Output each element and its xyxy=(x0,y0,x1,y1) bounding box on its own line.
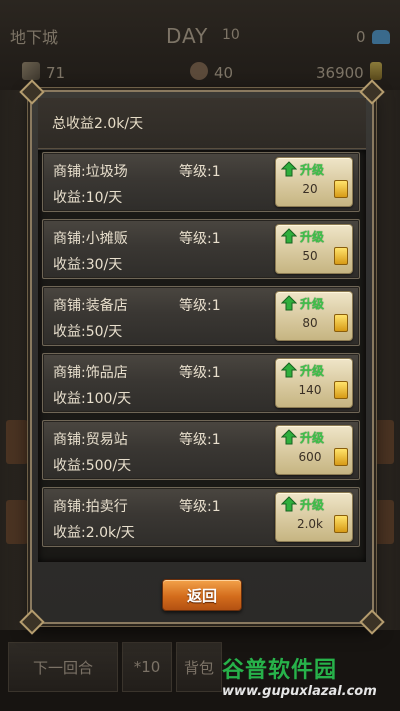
upgrade-button[interactable]: 升级 2.0k xyxy=(275,492,353,542)
watermark-name: 谷普软件园 xyxy=(222,658,338,683)
shop-level: 等级:1 xyxy=(179,164,221,180)
upgrade-label: 升级 xyxy=(300,163,325,177)
bag-button[interactable]: 背包 xyxy=(176,642,222,692)
multiplier-button[interactable]: *10 xyxy=(122,642,172,692)
day-number: 10 xyxy=(222,27,240,43)
upgrade-arrow-icon xyxy=(281,429,297,445)
shop-list: 商铺:垃圾场 等级:1 收益:10/天 升级 20 商铺:小摊贩 等级:1 收益… xyxy=(38,150,366,562)
watermark-url: www.gupuxlazal.com xyxy=(222,684,377,699)
gold-icon xyxy=(370,62,382,80)
left-side-panel xyxy=(0,90,32,650)
dialog-header: 总收益2.0k/天 xyxy=(38,98,366,149)
shop-income: 收益:500/天 xyxy=(53,458,132,474)
shop-row: 商铺:装备店 等级:1 收益:50/天 升级 80 xyxy=(42,286,360,346)
upgrade-arrow-icon xyxy=(281,228,297,244)
shop-level: 等级:1 xyxy=(179,298,221,314)
side-item-icon xyxy=(6,420,28,464)
upgrade-button[interactable]: 升级 600 xyxy=(275,425,353,475)
shop-income: 收益:2.0k/天 xyxy=(53,525,135,541)
shop-name: 商铺:饰品店 xyxy=(53,365,128,381)
upgrade-cost: 20 xyxy=(302,182,318,196)
upgrade-cost: 140 xyxy=(298,383,322,397)
gold-coin-icon xyxy=(334,448,348,466)
upgrade-label: 升级 xyxy=(300,230,325,244)
population-value: 40 xyxy=(214,64,234,82)
upgrade-arrow-icon xyxy=(281,496,297,512)
upgrade-cost: 2.0k xyxy=(296,517,324,531)
location-title: 地下城 xyxy=(10,28,59,47)
upgrade-cost: 600 xyxy=(298,450,322,464)
gold-coin-icon xyxy=(334,180,348,198)
site-watermark: 谷普软件园 www.gupuxlazal.com xyxy=(222,652,394,704)
gold-coin-icon xyxy=(334,515,348,533)
next-round-button[interactable]: 下一回合 xyxy=(8,642,118,692)
shop-row: 商铺:垃圾场 等级:1 收益:10/天 升级 20 xyxy=(42,152,360,212)
shop-name: 商铺:贸易站 xyxy=(53,432,128,448)
upgrade-label: 升级 xyxy=(300,498,325,512)
shop-level: 等级:1 xyxy=(179,231,221,247)
upgrade-arrow-icon xyxy=(281,161,297,177)
shop-row: 商铺:拍卖行 等级:1 收益:2.0k/天 升级 2.0k xyxy=(42,487,360,547)
upgrade-label: 升级 xyxy=(300,297,325,311)
gold-value: 36900 xyxy=(316,64,364,82)
shop-income: 收益:10/天 xyxy=(53,190,123,206)
shop-name: 商铺:垃圾场 xyxy=(53,164,128,180)
gold-coin-icon xyxy=(334,381,348,399)
attack-value: 71 xyxy=(46,64,66,82)
upgrade-cost: 80 xyxy=(302,316,318,330)
gold-coin-icon xyxy=(334,314,348,332)
side-item-icon xyxy=(6,500,28,544)
day-label: DAY xyxy=(166,24,209,48)
shop-level: 等级:1 xyxy=(179,432,221,448)
gold-coin-icon xyxy=(334,247,348,265)
back-button[interactable]: 返回 xyxy=(162,579,242,611)
shop-level: 等级:1 xyxy=(179,365,221,381)
shop-income: 收益:100/天 xyxy=(53,391,132,407)
top-hud: 地下城 DAY 10 0 71 40 36900 xyxy=(0,0,400,90)
upgrade-label: 升级 xyxy=(300,364,325,378)
upgrade-label: 升级 xyxy=(300,431,325,445)
upgrade-arrow-icon xyxy=(281,295,297,311)
side-item-icon xyxy=(372,500,394,544)
shop-name: 商铺:小摊贩 xyxy=(53,231,128,247)
total-income-title: 总收益2.0k/天 xyxy=(52,116,144,132)
attack-icon xyxy=(22,62,40,80)
shop-name: 商铺:装备店 xyxy=(53,298,128,314)
shop-row: 商铺:小摊贩 等级:1 收益:30/天 升级 50 xyxy=(42,219,360,279)
upgrade-button[interactable]: 升级 80 xyxy=(275,291,353,341)
shop-level: 等级:1 xyxy=(179,499,221,515)
shop-name: 商铺:拍卖行 xyxy=(53,499,128,515)
gem-count: 0 xyxy=(356,28,366,46)
upgrade-button[interactable]: 升级 50 xyxy=(275,224,353,274)
upgrade-button[interactable]: 升级 140 xyxy=(275,358,353,408)
population-icon xyxy=(190,62,208,80)
shop-income: 收益:30/天 xyxy=(53,257,123,273)
upgrade-cost: 50 xyxy=(302,249,318,263)
shop-row: 商铺:饰品店 等级:1 收益:100/天 升级 140 xyxy=(42,353,360,413)
shop-income-dialog: 总收益2.0k/天 商铺:垃圾场 等级:1 收益:10/天 升级 20 商铺:小… xyxy=(19,79,385,635)
side-item-icon xyxy=(372,420,394,464)
gem-icon xyxy=(372,30,390,44)
shop-row: 商铺:贸易站 等级:1 收益:500/天 升级 600 xyxy=(42,420,360,480)
upgrade-button[interactable]: 升级 20 xyxy=(275,157,353,207)
shop-income: 收益:50/天 xyxy=(53,324,123,340)
upgrade-arrow-icon xyxy=(281,362,297,378)
